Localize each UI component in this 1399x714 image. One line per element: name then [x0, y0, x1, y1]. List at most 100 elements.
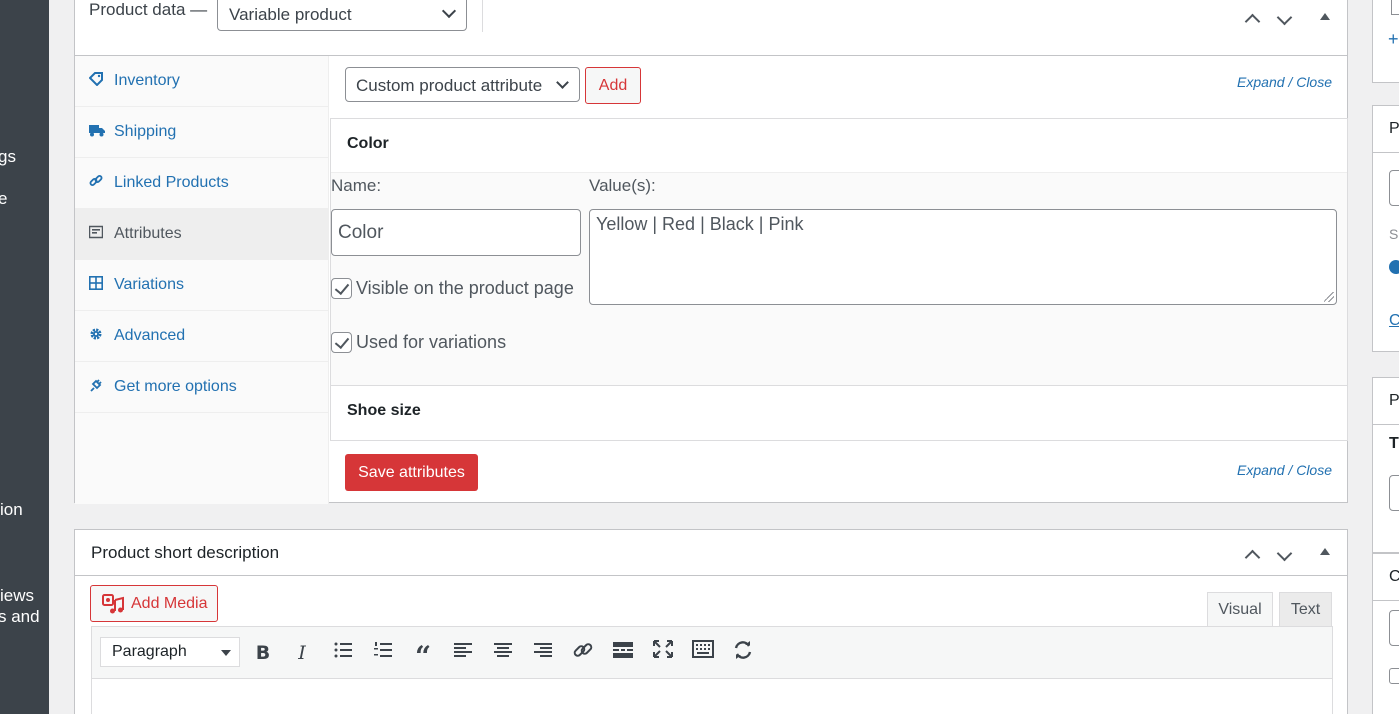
collapse-toggle-icon[interactable]	[1313, 543, 1337, 563]
bold-icon[interactable]: B	[250, 640, 276, 666]
tab-label: Advanced	[114, 327, 186, 344]
tab-advanced[interactable]: Advanced	[75, 311, 328, 362]
align-right-icon[interactable]	[530, 640, 556, 666]
fullscreen-icon[interactable]	[650, 640, 676, 666]
attribute-type-select[interactable]: Custom product attribute	[345, 67, 580, 102]
link-fragment[interactable]: C	[1389, 312, 1399, 330]
resize-handle-icon[interactable]	[1324, 292, 1334, 302]
tab-label: Inventory	[114, 72, 180, 89]
tab-shipping[interactable]: Shipping	[75, 107, 328, 158]
blockquote-icon[interactable]: “	[410, 640, 436, 673]
format-select[interactable]: Paragraph	[100, 637, 240, 667]
attribute-type-value: Custom product attribute	[356, 76, 543, 95]
expand-link[interactable]: Expand	[1237, 74, 1284, 90]
separator: /	[1288, 462, 1293, 478]
close-link[interactable]: Close	[1296, 74, 1332, 90]
move-down-icon[interactable]	[1273, 10, 1297, 30]
plugin-icon	[89, 378, 103, 392]
expand-link[interactable]: Expand	[1237, 462, 1284, 478]
tab-label: Get more options	[114, 378, 237, 395]
remove-icon[interactable]	[1389, 260, 1399, 274]
attributes-panel: Custom product attribute Add Expand / Cl…	[330, 56, 1348, 503]
bullet-list-icon[interactable]	[330, 640, 356, 666]
attribute-heading[interactable]: Shoe size	[331, 386, 1347, 440]
attribute-heading[interactable]: Color	[331, 119, 1347, 173]
admin-menu-item[interactable]: ion	[0, 500, 23, 520]
read-more-icon[interactable]	[610, 640, 636, 666]
italic-icon[interactable]: I	[289, 640, 315, 666]
divider	[1373, 600, 1399, 601]
sidebar-box: C	[1372, 553, 1399, 714]
label-fragment: T	[1389, 435, 1399, 452]
undo-icon[interactable]	[730, 640, 756, 666]
tag-icon	[88, 72, 103, 87]
sidebar-box-title: C	[1389, 568, 1399, 585]
move-up-icon[interactable]	[1241, 544, 1265, 564]
sidebar-box: P T	[1372, 377, 1399, 553]
attribute-body: Name: Value(s): Color Yellow | Red | Bla…	[331, 173, 1347, 385]
tab-attributes[interactable]: Attributes	[75, 209, 328, 260]
add-link-icon[interactable]: +	[1388, 29, 1399, 50]
divider	[482, 0, 483, 32]
collapse-toggle-icon[interactable]	[1313, 8, 1337, 28]
add-attribute-button[interactable]: Add	[585, 67, 641, 104]
attribute-values-text: Yellow | Red | Black | Pink	[596, 214, 804, 234]
grid-icon	[89, 276, 103, 290]
tab-inventory[interactable]: Inventory	[75, 56, 328, 107]
product-data-tabs: Inventory Shipping Linked Products Attri…	[75, 56, 329, 504]
expand-close-links: Expand / Close	[1237, 74, 1332, 90]
input-fragment[interactable]	[1389, 610, 1399, 646]
admin-menu-item[interactable]: iews	[0, 586, 34, 606]
sidebar-box: P S C	[1372, 105, 1399, 352]
checkbox-label: Used for variations	[356, 331, 507, 352]
gear-icon	[89, 327, 103, 341]
input-fragment[interactable]	[1389, 475, 1399, 511]
sidebar-box-title: P	[1389, 120, 1399, 137]
attribute-values-textarea[interactable]: Yellow | Red | Black | Pink	[589, 209, 1337, 305]
product-type-value: Variable product	[229, 5, 352, 24]
truck-icon	[89, 123, 105, 137]
input-fragment[interactable]	[1391, 0, 1399, 15]
insert-link-icon[interactable]	[570, 640, 596, 666]
tab-label: Shipping	[114, 123, 177, 140]
values-label: Value(s):	[589, 176, 656, 195]
admin-menu-item[interactable]: s and	[0, 607, 40, 627]
tab-label: Linked Products	[114, 174, 229, 191]
product-data-header: Product data — Variable product	[75, 0, 1347, 56]
tab-get-more-options[interactable]: Get more options	[75, 362, 328, 413]
checkbox-checked-icon[interactable]	[331, 331, 352, 353]
attribute-name-input[interactable]: Color	[331, 209, 581, 256]
sidebar-box: +	[1372, 0, 1399, 83]
align-left-icon[interactable]	[450, 640, 476, 666]
attribute-color: Color Name: Value(s): Color Yellow | Red…	[330, 118, 1348, 386]
checkbox-label: Visible on the product page	[356, 277, 574, 298]
move-up-icon[interactable]	[1241, 8, 1265, 28]
checkbox-checked-icon[interactable]	[331, 277, 352, 299]
add-media-button[interactable]: Add Media	[90, 585, 218, 622]
used-for-variations-checkbox[interactable]: Used for variations	[331, 331, 506, 353]
move-down-icon[interactable]	[1273, 546, 1297, 566]
tab-linked-products[interactable]: Linked Products	[75, 158, 328, 209]
chevron-down-icon	[441, 3, 457, 19]
align-center-icon[interactable]	[490, 640, 516, 666]
toolbar-toggle-icon[interactable]	[690, 640, 716, 666]
checkbox[interactable]	[1389, 668, 1399, 684]
admin-menu-item[interactable]: gs	[0, 147, 16, 167]
save-attributes-button[interactable]: Save attributes	[345, 454, 478, 491]
input-fragment[interactable]	[1389, 170, 1399, 206]
editor-content-area[interactable]	[91, 679, 1333, 714]
visible-on-product-page-checkbox[interactable]: Visible on the product page	[331, 277, 574, 299]
product-type-select[interactable]: Variable product	[217, 0, 467, 31]
product-data-panel: Product data — Variable product Inventor…	[74, 0, 1348, 504]
product-data-title: Product data —	[89, 0, 208, 19]
tab-text[interactable]: Text	[1279, 592, 1332, 627]
close-link[interactable]: Close	[1296, 462, 1332, 478]
tab-label: Attributes	[114, 225, 182, 242]
divider	[1373, 424, 1399, 425]
tab-variations[interactable]: Variations	[75, 260, 328, 311]
chevron-down-icon	[556, 76, 569, 89]
admin-menu-item[interactable]: e	[0, 189, 7, 209]
tab-visual[interactable]: Visual	[1207, 592, 1273, 627]
numbered-list-icon[interactable]	[370, 640, 396, 666]
list-icon	[88, 225, 104, 239]
